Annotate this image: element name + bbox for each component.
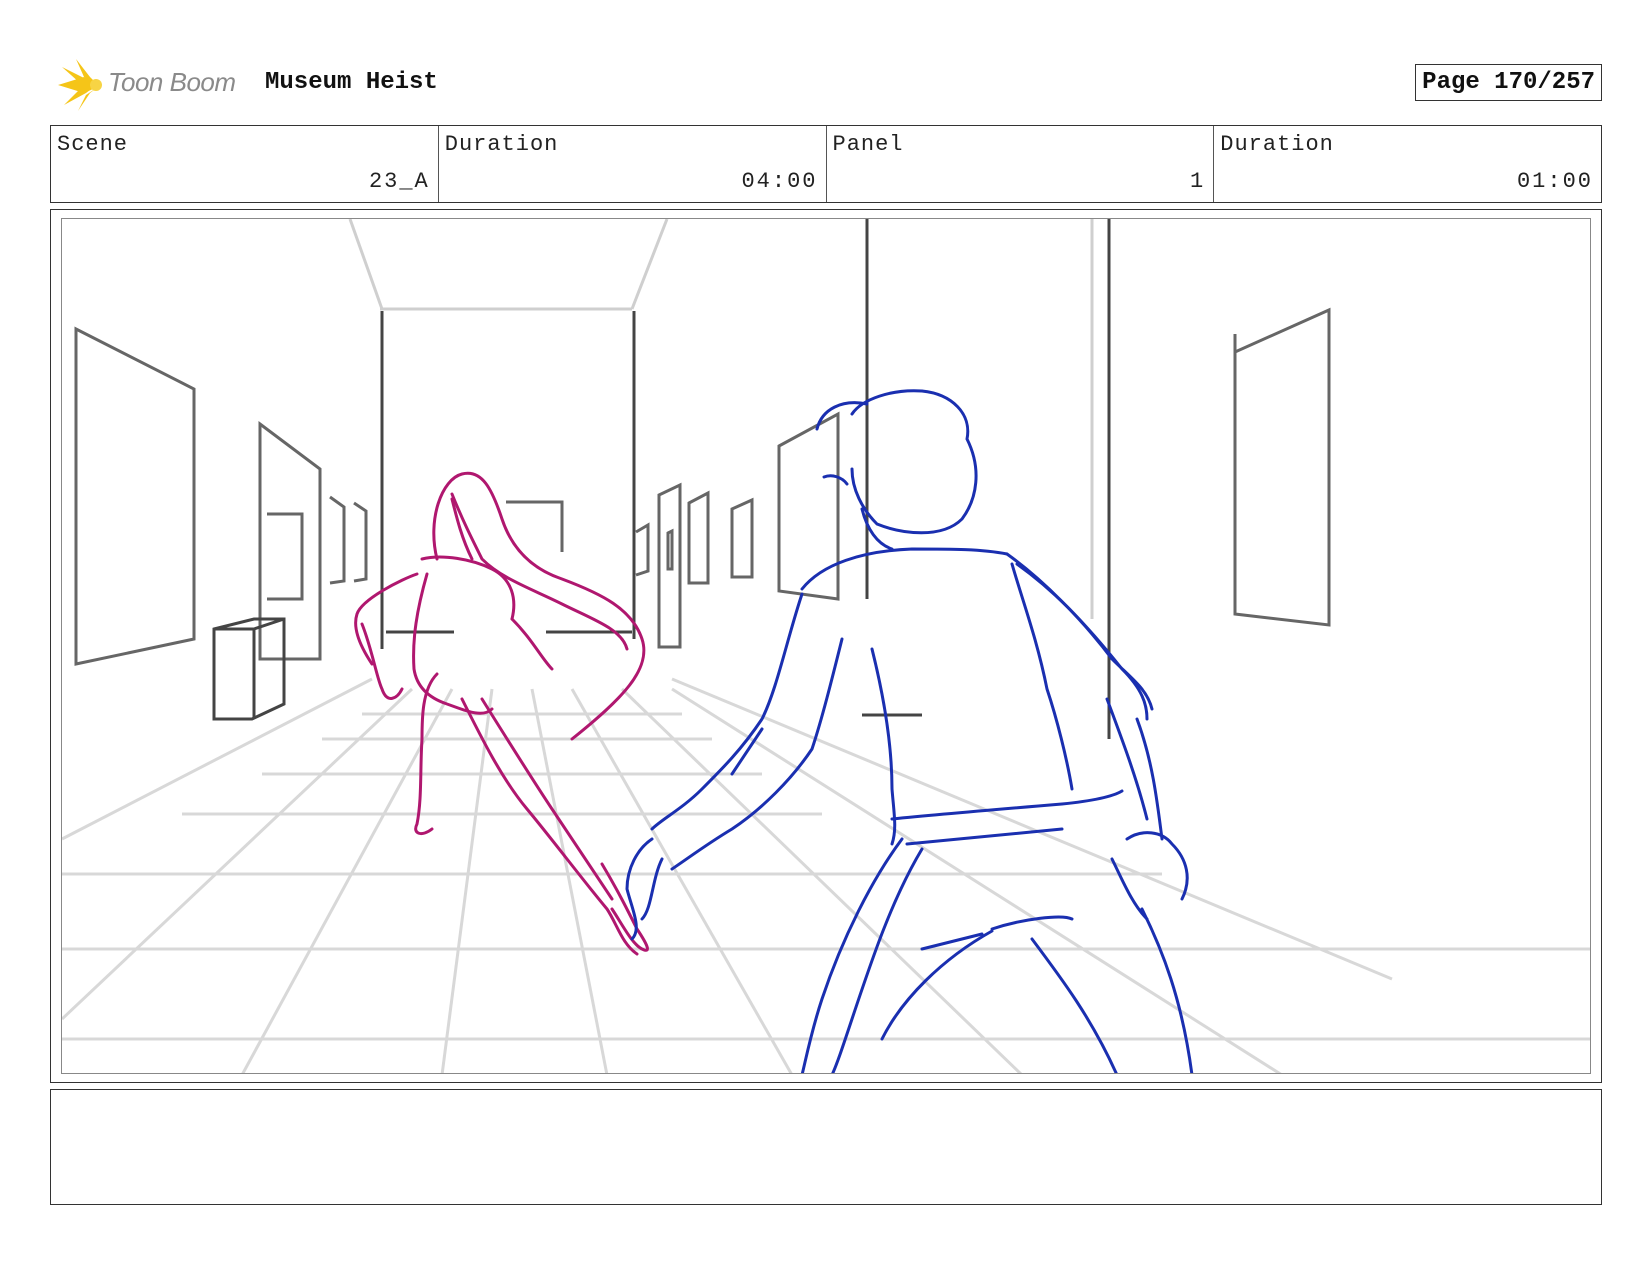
scene-duration-value: 04:00: [741, 169, 818, 194]
scene-value: 23_A: [368, 169, 430, 194]
wall-lines: [380, 219, 1111, 739]
panel-value: 1: [1190, 169, 1206, 194]
toon-boom-logo: Toon Boom: [50, 55, 250, 115]
starburst-icon: [58, 59, 102, 111]
panel-notes-box: [50, 1089, 1602, 1205]
project-title: Museum Heist: [265, 69, 438, 96]
scene-label: Scene: [57, 132, 129, 157]
panel-label: Panel: [832, 132, 904, 157]
storyboard-panel: [50, 209, 1602, 1083]
panel-duration-cell: Duration 01:00: [1214, 126, 1601, 202]
panel-cell: Panel 1: [827, 126, 1215, 202]
scene-cell: Scene 23_A: [51, 126, 439, 202]
man-sketch: [625, 389, 1194, 1073]
page-indicator: Page 170/257: [1415, 64, 1602, 101]
floor-grid: [62, 677, 1590, 1073]
scene-duration-cell: Duration 04:00: [439, 126, 827, 202]
scene-info-table: Scene 23_A Duration 04:00 Panel 1 Durati…: [50, 125, 1602, 203]
panel-drawing-area: [61, 218, 1591, 1074]
sketch-drawing: [62, 219, 1590, 1073]
page-header: Toon Boom Museum Heist Page 170/257: [50, 55, 1602, 115]
logo-text: Toon Boom: [108, 67, 236, 97]
panel-duration-label: Duration: [1220, 132, 1334, 157]
scene-duration-label: Duration: [444, 132, 559, 157]
pedestal: [212, 617, 286, 721]
panel-duration-value: 01:00: [1516, 169, 1593, 194]
picture-frames: [74, 307, 1331, 666]
